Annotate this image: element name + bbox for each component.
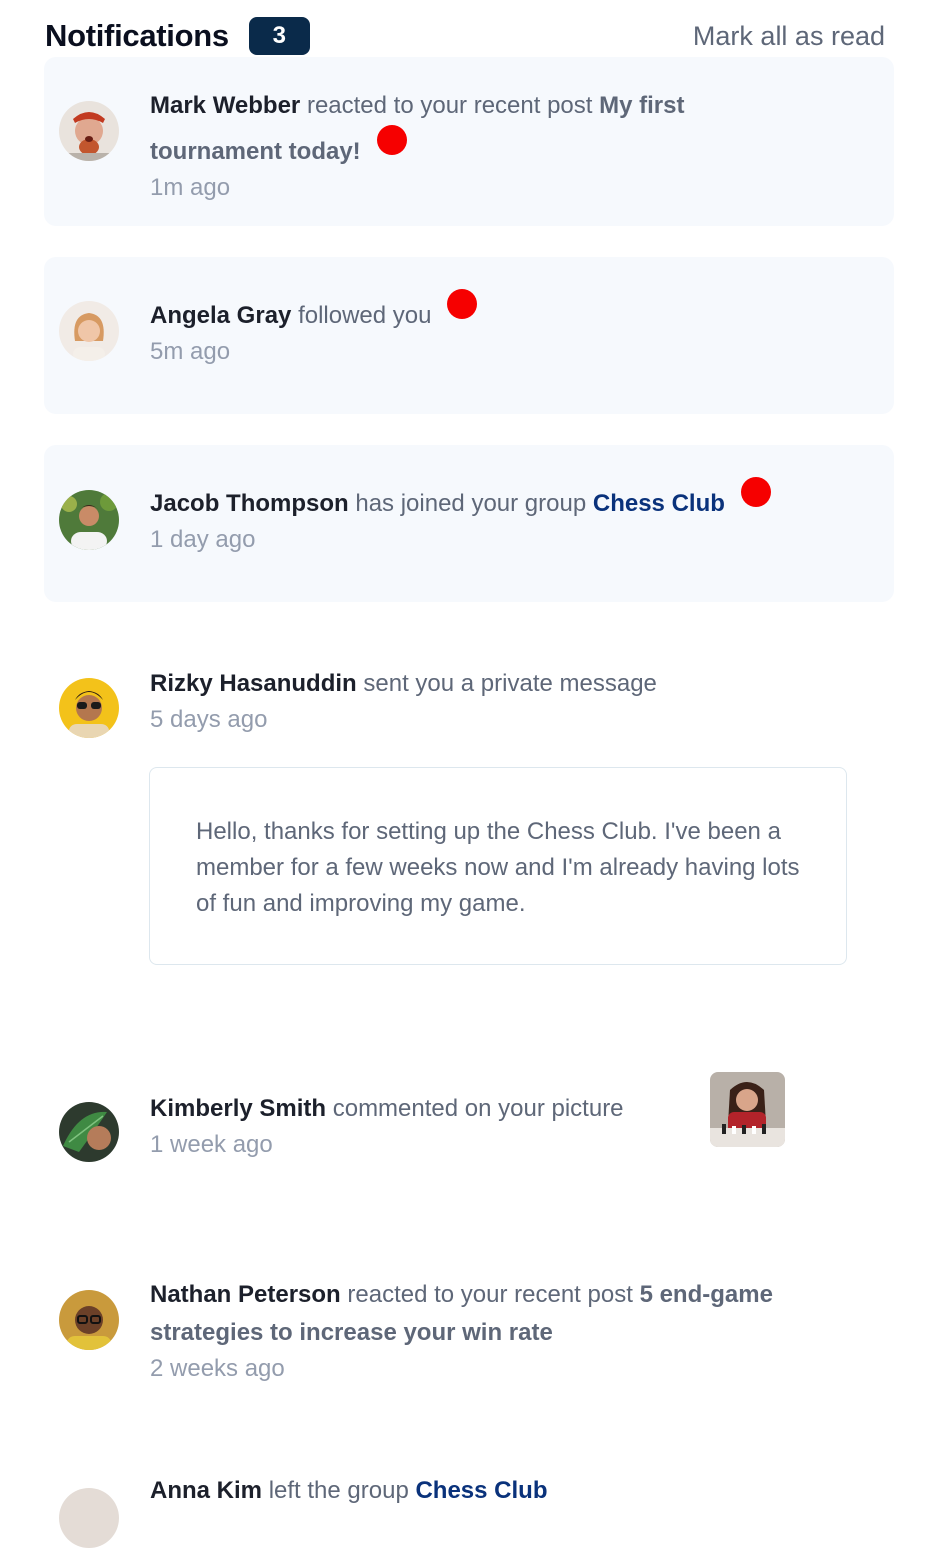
unread-dot-icon — [447, 289, 478, 319]
user-name-link[interactable]: Anna Kim — [150, 1477, 262, 1504]
notification-item[interactable]: Nathan Peterson reacted to your recent p… — [44, 1258, 894, 1428]
timestamp: 5 days ago — [150, 706, 268, 733]
group-link[interactable]: Chess Club — [593, 490, 725, 517]
private-message-preview[interactable]: Hello, thanks for setting up the Chess C… — [149, 767, 847, 965]
avatar[interactable] — [59, 101, 119, 161]
commented-picture-thumbnail[interactable] — [710, 1072, 785, 1147]
mark-all-read-button[interactable]: Mark all as read — [693, 21, 885, 52]
timestamp: 1 week ago — [150, 1131, 273, 1158]
notification-text: Jacob Thompson has joined your group Che… — [150, 477, 850, 557]
notification-text: Anna Kim left the group Chess Club — [150, 1472, 840, 1510]
user-name-link[interactable]: Rizky Hasanuddin — [150, 670, 357, 697]
avatar[interactable] — [59, 1102, 119, 1162]
notification-item[interactable]: Mark Webber reacted to your recent post … — [44, 57, 894, 226]
notification-text: Rizky Hasanuddin sent you a private mess… — [150, 665, 830, 737]
avatar[interactable] — [59, 1488, 119, 1548]
action-text: followed you — [298, 302, 432, 329]
action-text: commented on your picture — [332, 1095, 624, 1122]
action-text: reacted to your recent post — [347, 1281, 633, 1308]
user-name-link[interactable]: Kimberly Smith — [150, 1095, 326, 1122]
page-title: Notifications — [45, 18, 229, 53]
notification-text: Angela Gray followed you 5m ago — [150, 289, 830, 369]
notification-item[interactable]: Anna Kim left the group Chess Club — [44, 1462, 894, 1548]
page-header: Notifications 3 Mark all as read — [45, 14, 885, 58]
avatar[interactable] — [59, 678, 119, 738]
timestamp: 2 weeks ago — [150, 1355, 285, 1382]
avatar[interactable] — [59, 490, 119, 550]
group-link[interactable]: Chess Club — [415, 1477, 547, 1504]
unread-dot-icon — [376, 125, 407, 155]
user-name-link[interactable]: Angela Gray — [150, 302, 291, 329]
title-group: Notifications 3 — [45, 17, 310, 55]
user-name-link[interactable]: Jacob Thompson — [150, 490, 349, 517]
unread-count-badge: 3 — [248, 17, 310, 55]
action-text: left the group — [268, 1477, 409, 1504]
action-text: sent you a private message — [363, 670, 657, 697]
notification-text: Mark Webber reacted to your recent post … — [150, 87, 770, 205]
action-text: has joined your group — [355, 490, 587, 517]
notification-item[interactable]: Jacob Thompson has joined your group Che… — [44, 445, 894, 602]
notification-text: Kimberly Smith commented on your picture… — [150, 1090, 690, 1162]
user-name-link[interactable]: Nathan Peterson — [150, 1281, 341, 1308]
avatar[interactable] — [59, 301, 119, 361]
action-text: reacted to your recent post — [306, 92, 593, 119]
timestamp: 5m ago — [150, 338, 231, 365]
user-name-link[interactable]: Mark Webber — [150, 92, 300, 119]
avatar[interactable] — [59, 1290, 119, 1350]
timestamp: 1 day ago — [150, 526, 256, 553]
unread-dot-icon — [740, 477, 771, 507]
notification-text: Nathan Peterson reacted to your recent p… — [150, 1276, 840, 1386]
timestamp: 1m ago — [150, 174, 231, 201]
notification-item[interactable]: Angela Gray followed you 5m ago — [44, 257, 894, 414]
